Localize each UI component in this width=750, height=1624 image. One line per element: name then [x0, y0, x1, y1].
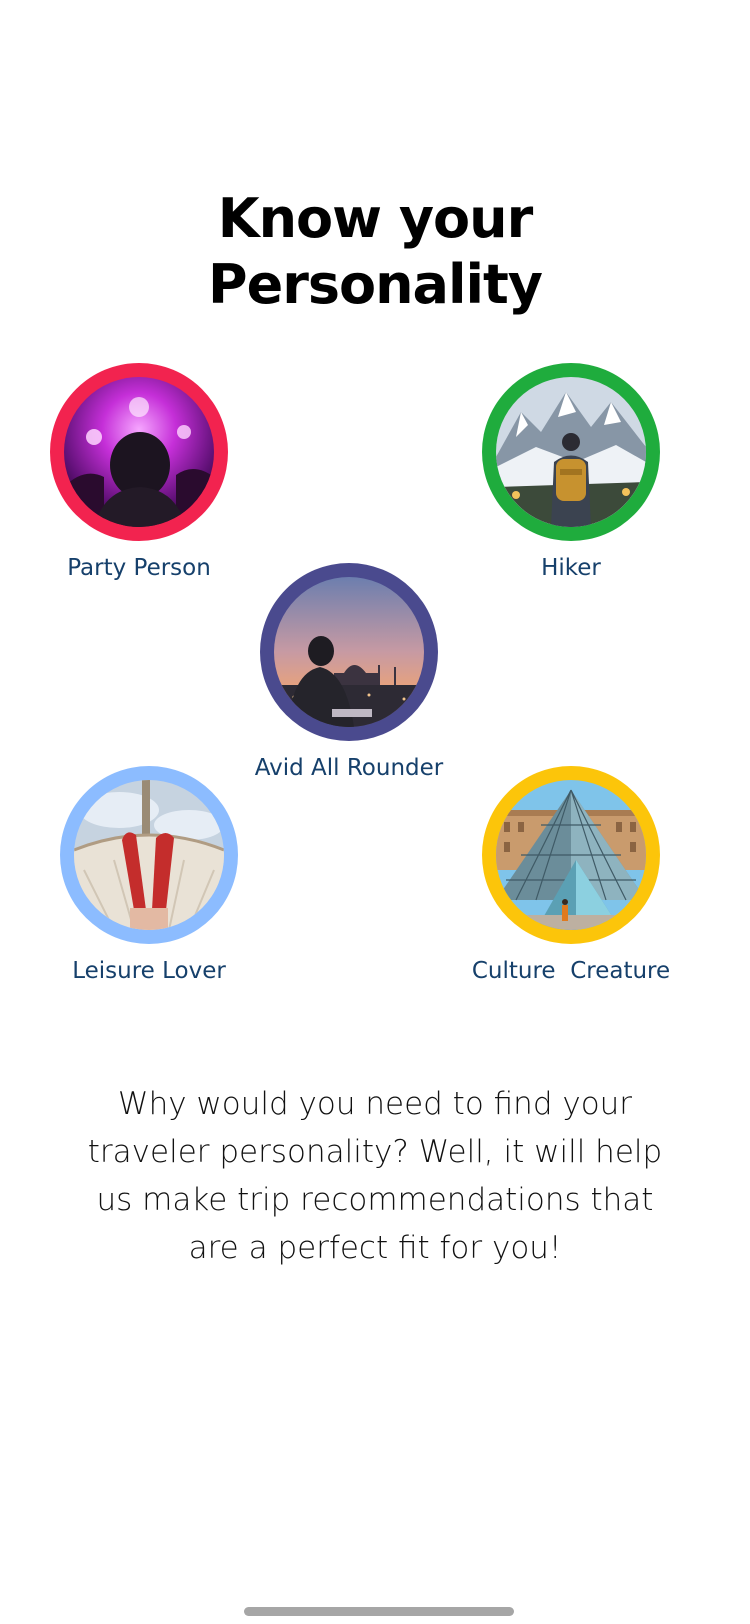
- city-sunset-icon: [274, 577, 424, 727]
- persona-party-person[interactable]: Party Person: [19, 363, 259, 581]
- hammock-feet-icon: [74, 780, 224, 930]
- persona-hiker-label[interactable]: Hiker: [451, 555, 691, 581]
- persona-hiker[interactable]: Hiker: [451, 363, 691, 581]
- louvre-pyramid-icon: [496, 780, 646, 930]
- page-title-line-1: Know your: [217, 187, 533, 250]
- persona-party-person-label[interactable]: Party Person: [19, 555, 259, 581]
- persona-culture-creature-label[interactable]: Culture Creature: [451, 958, 691, 984]
- page-title: Know your Personality: [0, 186, 750, 318]
- persona-hiker-ring[interactable]: [482, 363, 660, 541]
- persona-avid-all-rounder-ring[interactable]: [260, 563, 438, 741]
- persona-leisure-lover[interactable]: Leisure Lover: [29, 766, 269, 984]
- persona-culture-creature[interactable]: Culture Creature: [451, 766, 691, 984]
- concert-crowd-icon: [64, 377, 214, 527]
- mountain-hiker-icon: [496, 377, 646, 527]
- page-title-line-2: Personality: [208, 253, 543, 316]
- persona-leisure-lover-label[interactable]: Leisure Lover: [29, 958, 269, 984]
- persona-culture-creature-ring[interactable]: [482, 766, 660, 944]
- persona-leisure-lover-ring[interactable]: [60, 766, 238, 944]
- description-text: Why would you need to find your traveler…: [87, 1086, 663, 1266]
- home-indicator[interactable]: [244, 1607, 514, 1616]
- persona-avid-all-rounder[interactable]: Avid All Rounder: [229, 563, 469, 781]
- persona-party-person-ring[interactable]: [50, 363, 228, 541]
